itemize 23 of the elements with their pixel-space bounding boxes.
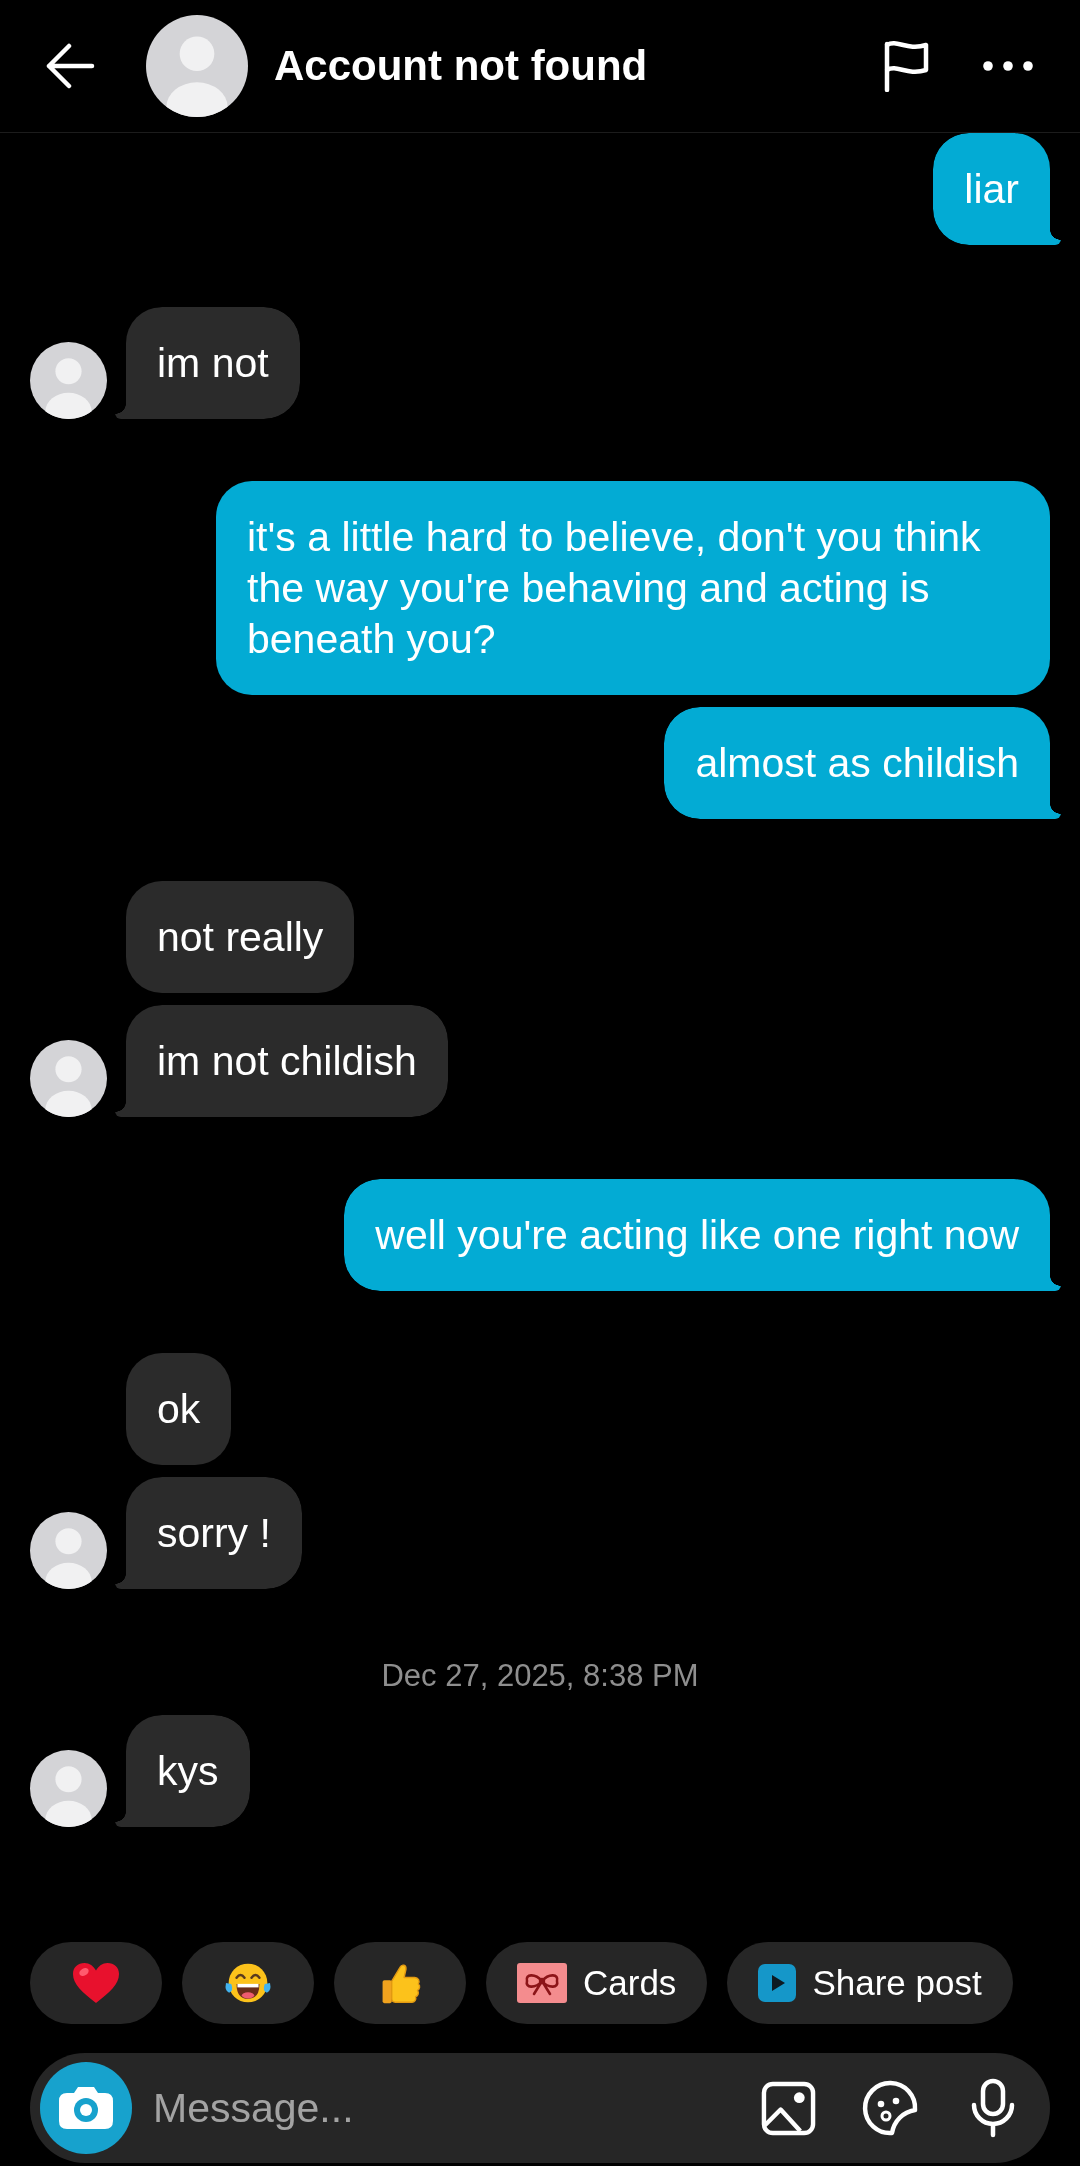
received-message: not really xyxy=(126,881,355,993)
heart-icon xyxy=(72,1961,120,2005)
profile-avatar[interactable] xyxy=(146,15,248,117)
sender-avatar[interactable] xyxy=(30,342,107,419)
sent-message: it's a little hard to believe, don't you think the way you're behaving and acting is beneath you? xyxy=(216,481,1050,695)
share-post-button[interactable]: Share post xyxy=(727,1942,1013,2024)
laughing-face-icon xyxy=(224,1961,272,2005)
sender-avatar[interactable] xyxy=(30,1040,107,1117)
play-square-icon xyxy=(758,1964,797,2002)
composer-bar[interactable]: Message... xyxy=(30,2053,1050,2163)
camera-icon[interactable] xyxy=(40,2062,132,2154)
contact-name: Account not found xyxy=(274,42,648,90)
back-arrow-icon[interactable] xyxy=(45,43,95,89)
received-message: ok xyxy=(126,1353,232,1465)
cards-button[interactable]: Cards xyxy=(486,1942,708,2024)
more-icon[interactable] xyxy=(983,61,1033,71)
bow-card-icon xyxy=(517,1963,567,2003)
sticker-icon[interactable] xyxy=(861,2079,919,2137)
image-icon[interactable] xyxy=(761,2080,816,2136)
timestamp: Dec 27, 2025, 8:38 PM xyxy=(381,1657,699,1695)
message-input[interactable]: Message... xyxy=(153,2078,761,2138)
sender-avatar[interactable] xyxy=(30,1512,107,1589)
sender-avatar[interactable] xyxy=(30,1750,107,1827)
